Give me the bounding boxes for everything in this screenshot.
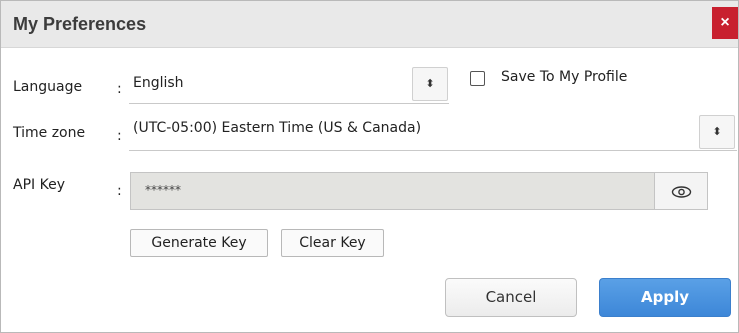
api-key-label: API Key	[13, 177, 65, 193]
preferences-dialog: My Preferences × Language : English ⬍ Sa…	[0, 0, 739, 333]
updown-arrows-icon: ⬍	[712, 126, 722, 138]
generate-key-button[interactable]: Generate Key	[130, 229, 268, 257]
close-button[interactable]: ×	[712, 7, 738, 39]
updown-arrows-icon: ⬍	[425, 78, 435, 90]
timezone-select[interactable]: (UTC-05:00) Eastern Time (US & Canada)	[129, 114, 737, 151]
reveal-key-button[interactable]	[655, 172, 708, 210]
save-to-profile-checkbox[interactable]	[470, 71, 485, 86]
dialog-titlebar: My Preferences ×	[1, 1, 738, 48]
language-value: English	[133, 75, 184, 91]
close-icon: ×	[720, 14, 730, 31]
eye-icon	[671, 186, 692, 198]
apply-button[interactable]: Apply	[599, 278, 731, 317]
clear-key-button[interactable]: Clear Key	[281, 229, 384, 257]
timezone-spinner-button[interactable]: ⬍	[699, 115, 735, 149]
cancel-button[interactable]: Cancel	[445, 278, 577, 317]
timezone-value: (UTC-05:00) Eastern Time (US & Canada)	[133, 120, 422, 136]
api-key-value: ******	[145, 183, 181, 197]
timezone-label: Time zone	[13, 125, 86, 141]
dialog-title: My Preferences	[13, 14, 147, 34]
language-label: Language	[13, 79, 83, 95]
language-colon: :	[117, 81, 122, 97]
language-select[interactable]: English	[129, 68, 449, 104]
api-key-field[interactable]: ******	[130, 172, 655, 210]
timezone-colon: :	[117, 128, 122, 144]
save-to-profile-label: Save To My Profile	[501, 69, 628, 85]
api-key-colon: :	[117, 183, 122, 199]
language-spinner-button[interactable]: ⬍	[412, 67, 448, 101]
